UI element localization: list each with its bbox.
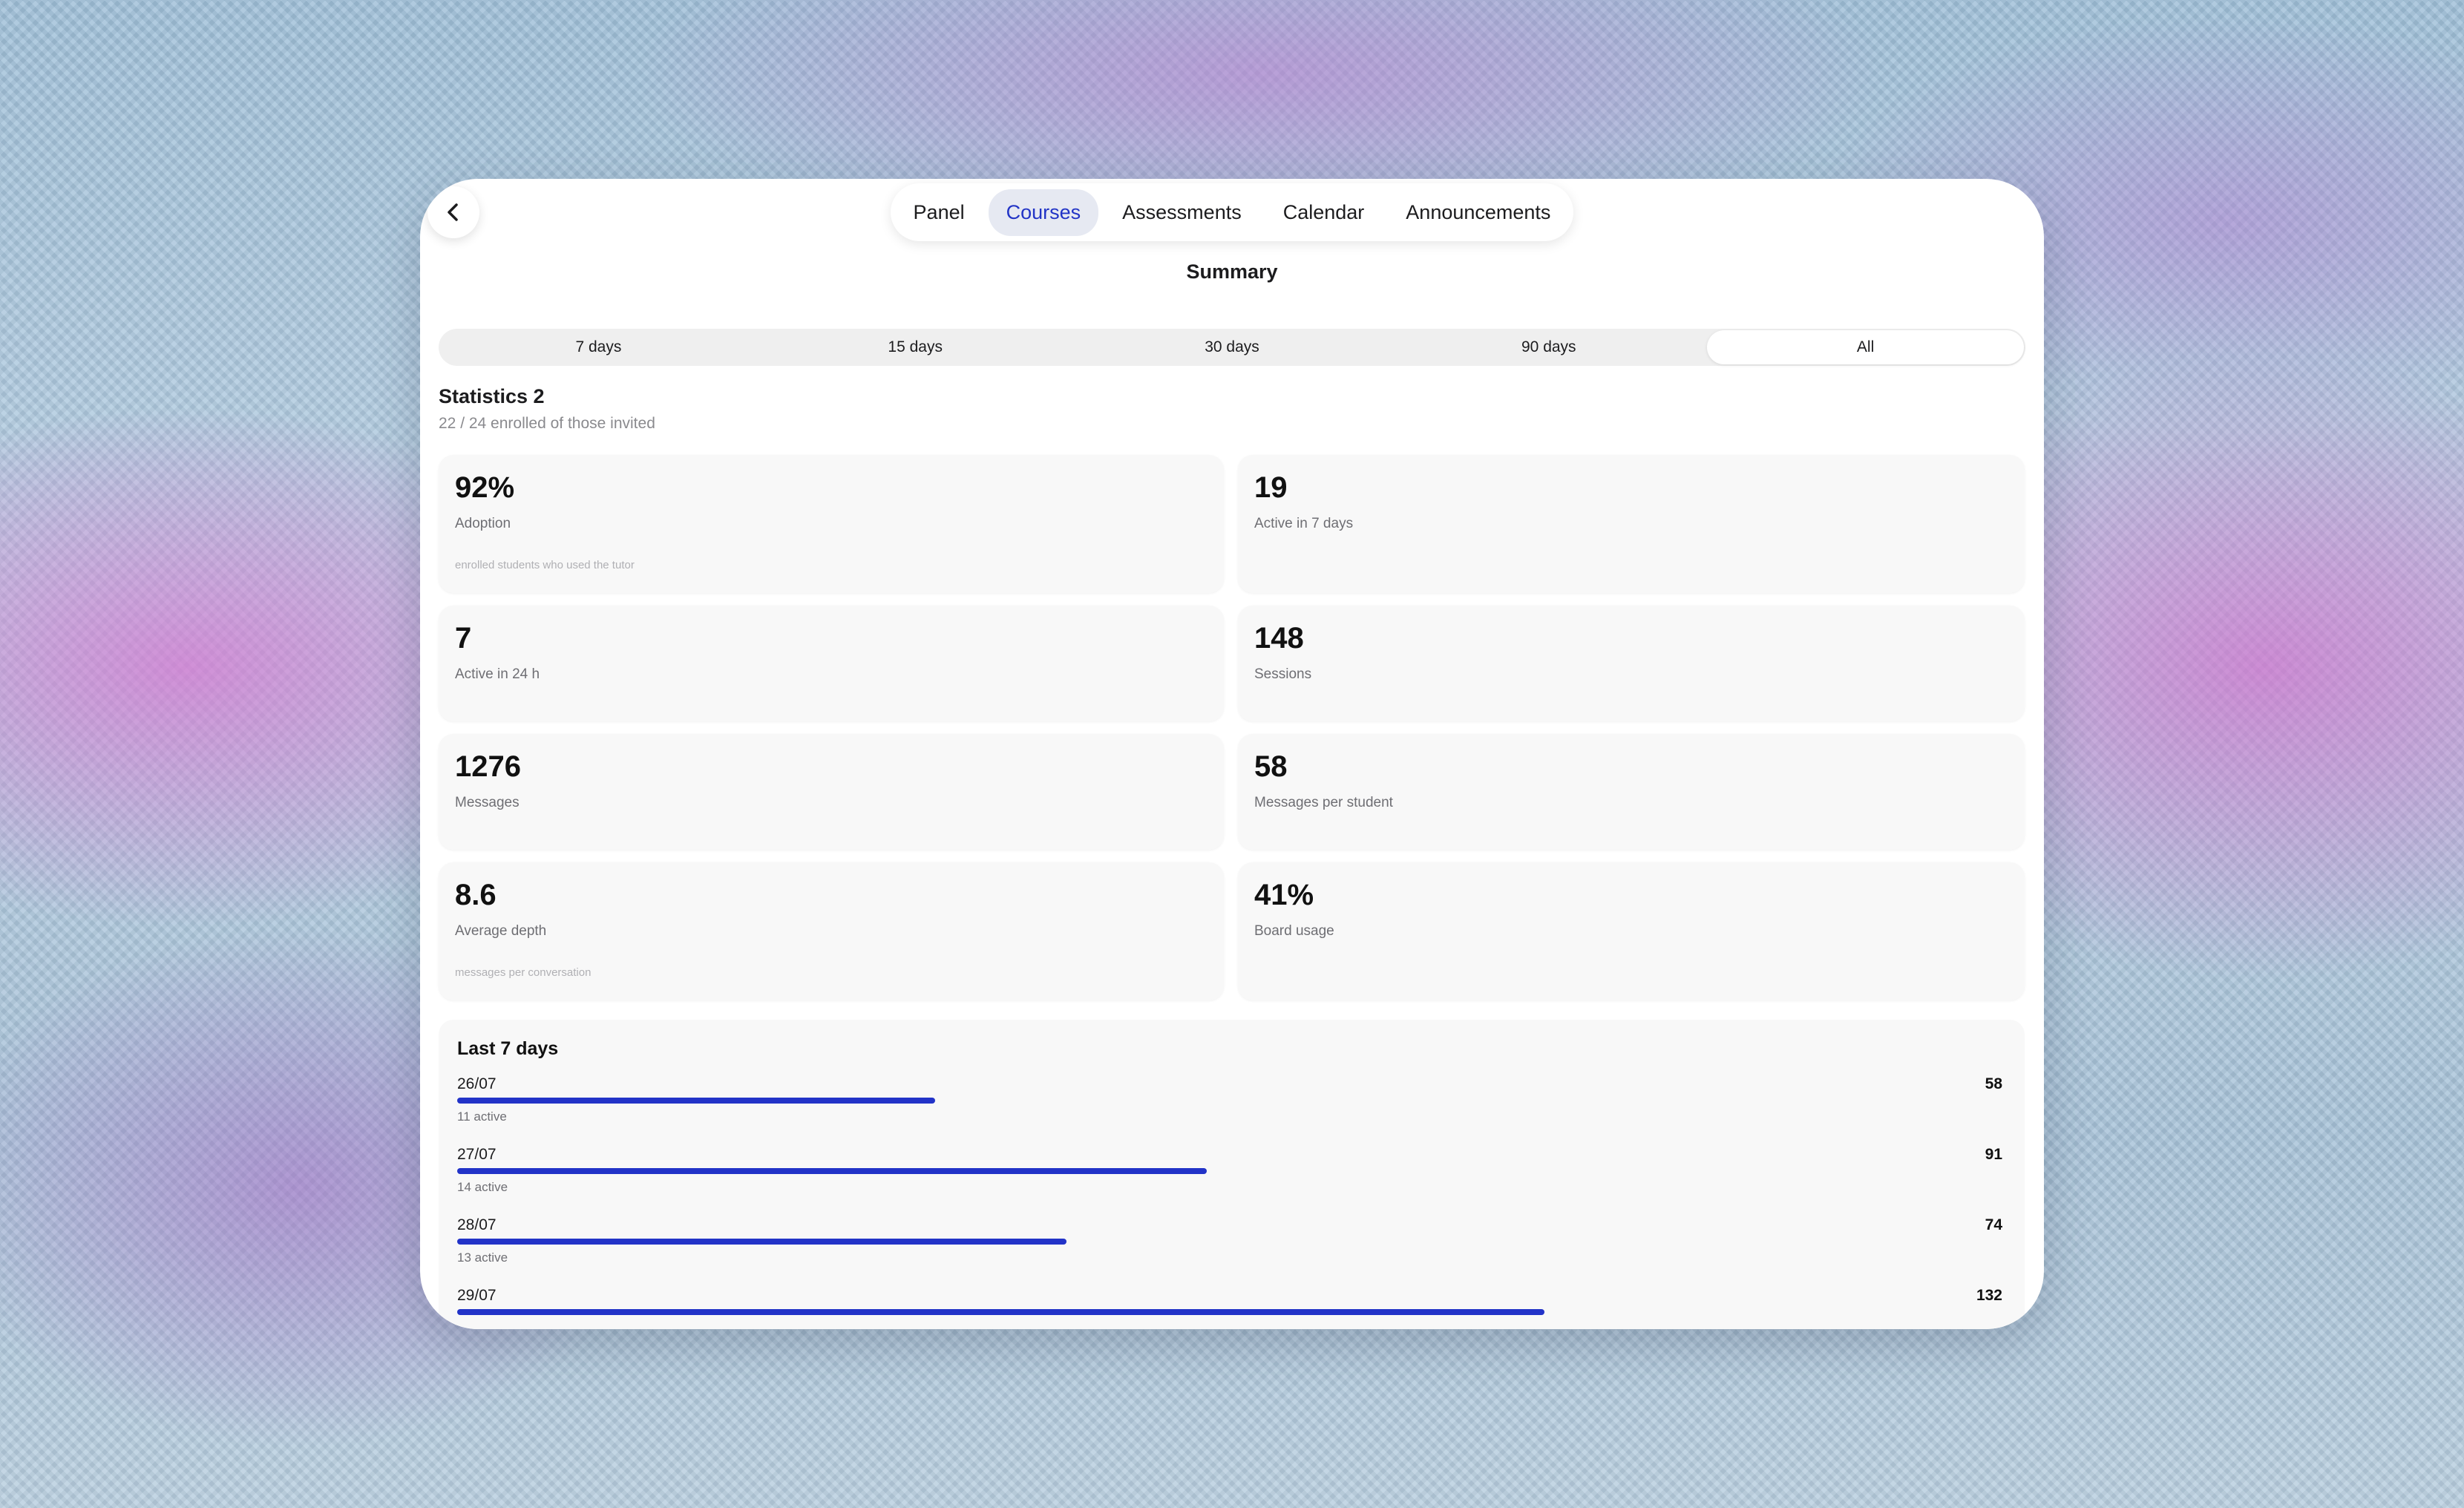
day-bar-track xyxy=(457,1098,2002,1104)
stat-value: 19 xyxy=(1254,471,1288,504)
stat-card-adoption: 92% Adoption enrolled students who used … xyxy=(439,455,1224,593)
stat-card-active-24h: 7 Active in 24 h xyxy=(439,606,1224,721)
day-bar xyxy=(457,1309,1545,1315)
day-message-count: 74 xyxy=(1985,1216,2002,1233)
day-date: 29/07 xyxy=(457,1287,497,1304)
stat-label: Messages per student xyxy=(1254,795,1393,810)
day-message-count: 58 xyxy=(1985,1075,2002,1092)
top-tabs: Panel Courses Assessments Calendar Annou… xyxy=(891,183,1573,241)
range-option-15-days[interactable]: 15 days xyxy=(757,330,1074,364)
stat-card-messages: 1276 Messages xyxy=(439,734,1224,850)
app-window: Panel Courses Assessments Calendar Annou… xyxy=(420,179,2044,1329)
range-option-all[interactable]: All xyxy=(1707,330,2024,364)
tab-panel[interactable]: Panel xyxy=(896,189,983,236)
stat-value: 41% xyxy=(1254,879,1314,911)
day-date: 26/07 xyxy=(457,1075,497,1092)
statistics-subtitle: 22 / 24 enrolled of those invited xyxy=(439,415,655,432)
day-message-count: 132 xyxy=(1976,1287,2002,1304)
day-row: 26/07 58 11 active xyxy=(457,1075,2002,1142)
day-bar-track xyxy=(457,1309,2002,1315)
day-row: 27/07 91 14 active xyxy=(457,1146,2002,1213)
stat-value: 92% xyxy=(455,471,515,504)
tab-assessments[interactable]: Assessments xyxy=(1104,189,1259,236)
stat-label: Adoption xyxy=(455,516,511,531)
stat-value: 8.6 xyxy=(455,879,497,911)
tab-announcements[interactable]: Announcements xyxy=(1388,189,1568,236)
time-range-selector: 7 days 15 days 30 days 90 days All xyxy=(439,329,2025,366)
day-bar xyxy=(457,1098,935,1104)
tab-courses[interactable]: Courses xyxy=(988,188,1099,236)
day-row: 28/07 74 13 active xyxy=(457,1216,2002,1283)
stat-card-active-7-days: 19 Active in 7 days xyxy=(1238,455,2025,593)
stat-note: messages per conversation xyxy=(455,966,592,979)
range-option-30-days[interactable]: 30 days xyxy=(1074,330,1391,364)
day-row: 29/07 132 xyxy=(457,1287,2002,1329)
stat-value: 58 xyxy=(1254,750,1288,783)
stat-label: Active in 7 days xyxy=(1254,516,1354,531)
tab-calendar[interactable]: Calendar xyxy=(1265,189,1383,236)
stat-card-sessions: 148 Sessions xyxy=(1238,606,2025,721)
stat-label: Sessions xyxy=(1254,666,1312,682)
stat-note: enrolled students who used the tutor xyxy=(455,559,635,571)
range-option-7-days[interactable]: 7 days xyxy=(440,330,757,364)
stat-label: Messages xyxy=(455,795,520,810)
day-active-count: 13 active xyxy=(457,1250,508,1265)
statistics-title: Statistics 2 xyxy=(439,385,545,407)
day-active-count: 11 active xyxy=(457,1109,507,1124)
day-message-count: 91 xyxy=(1985,1146,2002,1163)
day-date: 27/07 xyxy=(457,1146,497,1163)
day-date: 28/07 xyxy=(457,1216,497,1233)
stat-label: Average depth xyxy=(455,923,547,939)
day-bar-track xyxy=(457,1239,2002,1245)
last-7-days-title: Last 7 days xyxy=(457,1038,559,1059)
range-option-90-days[interactable]: 90 days xyxy=(1390,330,1707,364)
stat-value: 1276 xyxy=(455,750,521,783)
back-button[interactable] xyxy=(427,186,479,238)
stat-card-board-usage: 41% Board usage xyxy=(1238,862,2025,1000)
day-bar xyxy=(457,1168,1208,1174)
stat-value: 7 xyxy=(455,622,472,655)
stat-card-average-depth: 8.6 Average depth messages per conversat… xyxy=(439,862,1224,1000)
last-7-days-card: Last 7 days 26/07 58 11 active 27/07 91 … xyxy=(439,1020,2025,1329)
stat-card-messages-per-student: 58 Messages per student xyxy=(1238,734,2025,850)
page-title: Summary xyxy=(1186,260,1278,283)
day-active-count: 14 active xyxy=(457,1180,508,1194)
day-bar xyxy=(457,1239,1067,1245)
day-bar-track xyxy=(457,1168,2002,1174)
stat-label: Board usage xyxy=(1254,923,1334,939)
stat-label: Active in 24 h xyxy=(455,666,540,682)
chevron-left-icon xyxy=(448,203,458,221)
stat-value: 148 xyxy=(1254,622,1304,655)
